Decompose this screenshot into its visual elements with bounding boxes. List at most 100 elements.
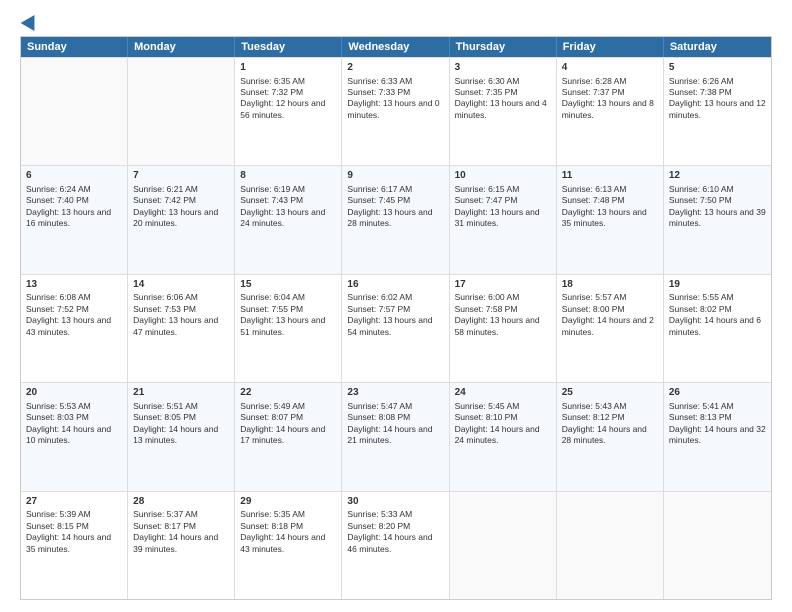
cell-daylight: Daylight: 14 hours and 6 minutes. <box>669 315 761 336</box>
cell-day-number: 12 <box>669 169 766 183</box>
cell-sunrise: Sunrise: 6:24 AM <box>26 184 91 194</box>
cell-sunset: Sunset: 7:50 PM <box>669 195 732 205</box>
calendar-cell: 20Sunrise: 5:53 AMSunset: 8:03 PMDayligh… <box>21 383 128 490</box>
calendar-cell <box>21 58 128 165</box>
cell-sunrise: Sunrise: 5:43 AM <box>562 401 627 411</box>
cell-sunset: Sunset: 8:17 PM <box>133 521 196 531</box>
cell-day-number: 9 <box>347 169 443 183</box>
cell-day-number: 6 <box>26 169 122 183</box>
header-day-thursday: Thursday <box>450 37 557 57</box>
calendar-cell: 7Sunrise: 6:21 AMSunset: 7:42 PMDaylight… <box>128 166 235 273</box>
cell-daylight: Daylight: 14 hours and 39 minutes. <box>133 532 218 553</box>
cell-daylight: Daylight: 14 hours and 24 minutes. <box>455 424 540 445</box>
calendar-cell: 4Sunrise: 6:28 AMSunset: 7:37 PMDaylight… <box>557 58 664 165</box>
cell-daylight: Daylight: 14 hours and 13 minutes. <box>133 424 218 445</box>
cell-sunset: Sunset: 7:35 PM <box>455 87 518 97</box>
cell-day-number: 2 <box>347 61 443 75</box>
header <box>20 16 772 26</box>
cell-sunrise: Sunrise: 5:37 AM <box>133 509 198 519</box>
calendar-cell: 13Sunrise: 6:08 AM Sunset: 7:52 PMDayligh… <box>21 275 128 382</box>
calendar-cell: 27Sunrise: 5:39 AMSunset: 8:15 PMDayligh… <box>21 492 128 599</box>
cell-day-number: 7 <box>133 169 229 183</box>
cell-sunset: Sunset: 8:05 PM <box>133 412 196 422</box>
cell-sunrise: Sunrise: 5:45 AM <box>455 401 520 411</box>
cell-sunrise: Sunrise: 5:39 AM <box>26 509 91 519</box>
cell-day-number: 28 <box>133 495 229 509</box>
cell-day-number: 21 <box>133 386 229 400</box>
cell-sunrise: Sunrise: 6:08 AM <box>26 292 91 302</box>
cell-day-number: 13 <box>26 278 122 292</box>
cell-sunset: Sunset: 8:15 PM <box>26 521 89 531</box>
cell-daylight: Daylight: 13 hours and 58 minutes. <box>455 315 540 336</box>
cell-sunrise: Sunrise: 6:06 AM <box>133 292 198 302</box>
cell-sunset: Sunset: 7:55 PM <box>240 304 303 314</box>
calendar: SundayMondayTuesdayWednesdayThursdayFrid… <box>20 36 772 600</box>
cell-sunrise: Sunrise: 6:35 AM <box>240 76 305 86</box>
calendar-week-1: 1Sunrise: 6:35 AMSunset: 7:32 PMDaylight… <box>21 57 771 165</box>
cell-sunset: Sunset: 8:13 PM <box>669 412 732 422</box>
cell-sunset: Sunset: 7:48 PM <box>562 195 625 205</box>
calendar-body: 1Sunrise: 6:35 AMSunset: 7:32 PMDaylight… <box>21 57 771 599</box>
cell-sunset: Sunset: 8:03 PM <box>26 412 89 422</box>
calendar-week-5: 27Sunrise: 5:39 AMSunset: 8:15 PMDayligh… <box>21 491 771 599</box>
calendar-cell: 11Sunrise: 6:13 AMSunset: 7:48 PMDayligh… <box>557 166 664 273</box>
calendar-cell: 6Sunrise: 6:24 AMSunset: 7:40 PMDaylight… <box>21 166 128 273</box>
header-day-tuesday: Tuesday <box>235 37 342 57</box>
cell-sunset: Sunset: 7:40 PM <box>26 195 89 205</box>
cell-sunrise: Sunrise: 5:49 AM <box>240 401 305 411</box>
calendar-cell: 30Sunrise: 5:33 AMSunset: 8:20 PMDayligh… <box>342 492 449 599</box>
cell-daylight: Daylight: 13 hours and 24 minutes. <box>240 207 325 228</box>
calendar-cell: 16Sunrise: 6:02 AMSunset: 7:57 PMDayligh… <box>342 275 449 382</box>
cell-day-number: 1 <box>240 61 336 75</box>
calendar-cell: 5Sunrise: 6:26 AMSunset: 7:38 PMDaylight… <box>664 58 771 165</box>
header-day-monday: Monday <box>128 37 235 57</box>
calendar-cell: 23Sunrise: 5:47 AMSunset: 8:08 PMDayligh… <box>342 383 449 490</box>
cell-day-number: 10 <box>455 169 551 183</box>
cell-daylight: Daylight: 13 hours and 31 minutes. <box>455 207 540 228</box>
cell-sunset: Sunset: 8:02 PM <box>669 304 732 314</box>
cell-daylight: Daylight: 13 hours and 12 minutes. <box>669 98 766 119</box>
header-day-wednesday: Wednesday <box>342 37 449 57</box>
cell-sunset: Sunset: 7:33 PM <box>347 87 410 97</box>
header-day-friday: Friday <box>557 37 664 57</box>
calendar-cell: 18Sunrise: 5:57 AMSunset: 8:00 PMDayligh… <box>557 275 664 382</box>
calendar-cell: 9Sunrise: 6:17 AMSunset: 7:45 PMDaylight… <box>342 166 449 273</box>
cell-sunrise: Sunrise: 5:57 AM <box>562 292 627 302</box>
cell-sunrise: Sunrise: 6:15 AM <box>455 184 520 194</box>
calendar-cell: 2Sunrise: 6:33 AMSunset: 7:33 PMDaylight… <box>342 58 449 165</box>
cell-sunrise: Sunrise: 6:17 AM <box>347 184 412 194</box>
cell-daylight: Daylight: 14 hours and 43 minutes. <box>240 532 325 553</box>
calendar-cell: 12Sunrise: 6:10 AMSunset: 7:50 PMDayligh… <box>664 166 771 273</box>
cell-day-number: 8 <box>240 169 336 183</box>
cell-daylight: Daylight: 13 hours and 39 minutes. <box>669 207 766 228</box>
calendar-cell: 26Sunrise: 5:41 AMSunset: 8:13 PMDayligh… <box>664 383 771 490</box>
calendar-cell: 21Sunrise: 5:51 AMSunset: 8:05 PMDayligh… <box>128 383 235 490</box>
cell-day-number: 19 <box>669 278 766 292</box>
cell-sunrise: Sunrise: 6:33 AM <box>347 76 412 86</box>
logo <box>20 16 39 26</box>
header-day-sunday: Sunday <box>21 37 128 57</box>
cell-sunrise: Sunrise: 6:19 AM <box>240 184 305 194</box>
cell-sunset: Sunset: 7:52 PM <box>26 304 89 314</box>
calendar-cell: 22Sunrise: 5:49 AMSunset: 8:07 PMDayligh… <box>235 383 342 490</box>
calendar-cell <box>128 58 235 165</box>
cell-day-number: 4 <box>562 61 658 75</box>
calendar-cell: 10Sunrise: 6:15 AMSunset: 7:47 PMDayligh… <box>450 166 557 273</box>
cell-sunrise: Sunrise: 5:55 AM <box>669 292 734 302</box>
cell-daylight: Daylight: 13 hours and 43 minutes. <box>26 315 111 336</box>
calendar-cell <box>557 492 664 599</box>
cell-sunset: Sunset: 7:45 PM <box>347 195 410 205</box>
cell-sunset: Sunset: 8:07 PM <box>240 412 303 422</box>
calendar-header: SundayMondayTuesdayWednesdayThursdayFrid… <box>21 37 771 57</box>
cell-sunrise: Sunrise: 5:53 AM <box>26 401 91 411</box>
cell-daylight: Daylight: 13 hours and 47 minutes. <box>133 315 218 336</box>
cell-day-number: 11 <box>562 169 658 183</box>
cell-sunset: Sunset: 7:58 PM <box>455 304 518 314</box>
calendar-cell: 3Sunrise: 6:30 AMSunset: 7:35 PMDaylight… <box>450 58 557 165</box>
cell-sunrise: Sunrise: 6:26 AM <box>669 76 734 86</box>
cell-sunset: Sunset: 8:08 PM <box>347 412 410 422</box>
cell-daylight: Daylight: 13 hours and 54 minutes. <box>347 315 432 336</box>
calendar-cell <box>664 492 771 599</box>
cell-day-number: 15 <box>240 278 336 292</box>
cell-daylight: Daylight: 13 hours and 8 minutes. <box>562 98 654 119</box>
